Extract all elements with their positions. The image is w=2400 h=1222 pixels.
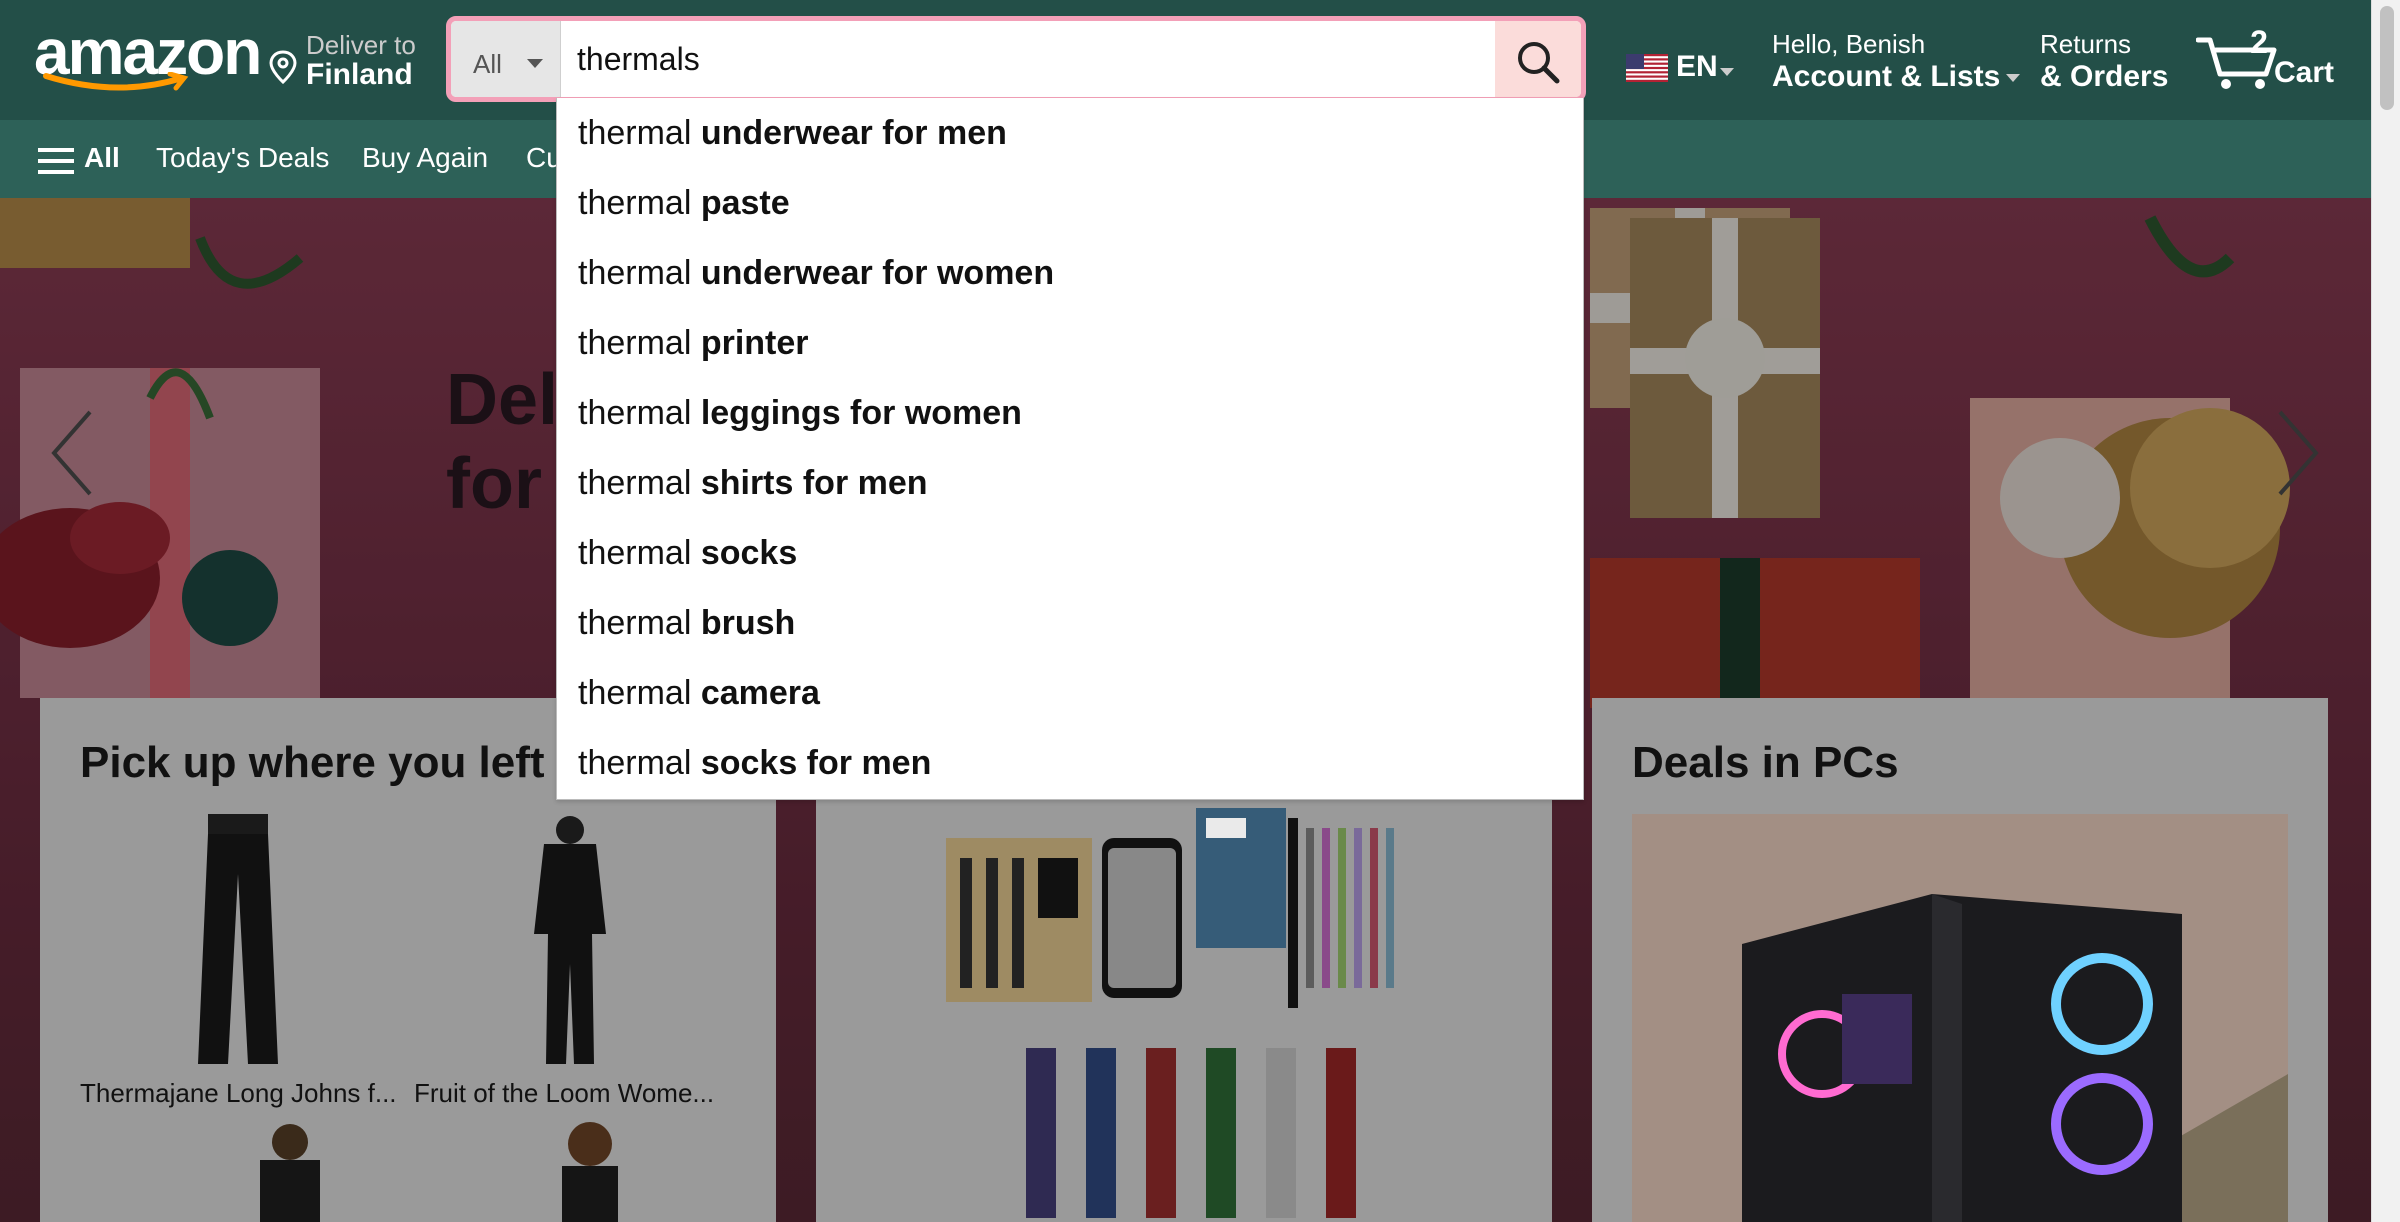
logo-smile-icon xyxy=(43,72,189,91)
product-image[interactable] xyxy=(540,1122,640,1222)
location-pin-icon xyxy=(269,50,297,84)
nav-todays-deals[interactable]: Today's Deals xyxy=(156,142,329,174)
card-title: Pick up where you left o xyxy=(80,738,584,787)
scrollbar-thumb[interactable] xyxy=(2380,6,2394,110)
page-scrollbar[interactable] xyxy=(2371,0,2400,1222)
suggestion-item[interactable]: thermal socks for men xyxy=(557,728,1583,798)
search-category-dropdown[interactable]: All xyxy=(451,21,561,97)
search-input[interactable] xyxy=(561,21,1499,97)
search-category-label: All xyxy=(473,49,502,79)
pc-product-image[interactable] xyxy=(1632,814,2288,1222)
nav-buy-again[interactable]: Buy Again xyxy=(362,142,488,174)
search-icon xyxy=(1518,42,1560,84)
language-code: EN xyxy=(1676,50,1718,83)
product-caption[interactable]: Fruit of the Loom Wome... xyxy=(414,1078,734,1109)
deliver-location: Finland xyxy=(306,58,413,91)
cart-button[interactable]: 2 Cart xyxy=(2196,24,2346,94)
all-menu-label: All xyxy=(84,142,120,173)
amazon-logo[interactable]: amazon xyxy=(34,20,262,96)
card-title: Deals in PCs xyxy=(1632,738,1899,787)
deals-in-pcs-card: Deals in PCs xyxy=(1592,698,2328,1222)
cart-count: 2 xyxy=(2250,24,2268,60)
product-image[interactable] xyxy=(180,814,300,1074)
suggestion-item[interactable]: thermal brush xyxy=(557,588,1583,658)
product-image[interactable] xyxy=(240,1122,340,1222)
chevron-down-icon xyxy=(527,59,543,68)
chevron-down-icon xyxy=(1720,68,1734,76)
deliver-to-location[interactable]: Deliver to Finland xyxy=(268,28,428,92)
search-bar: All xyxy=(446,16,1586,102)
search-suggestions-dropdown: thermal underwear for men thermal paste … xyxy=(556,98,1584,800)
product-image-collage[interactable] xyxy=(946,808,1446,1222)
us-flag-icon xyxy=(1626,54,1668,82)
product-image[interactable] xyxy=(510,814,630,1074)
returns-label: Returns xyxy=(2040,29,2132,59)
orders-label: & Orders xyxy=(2040,60,2169,93)
chevron-right-icon[interactable] xyxy=(2276,408,2320,498)
cart-label: Cart xyxy=(2274,56,2335,89)
suggestion-item[interactable]: thermal paste xyxy=(557,168,1583,238)
suggestion-item[interactable]: thermal underwear for women xyxy=(557,238,1583,308)
account-lists-label: Account & Lists xyxy=(1772,60,2021,94)
suggestion-item[interactable]: thermal leggings for women xyxy=(557,378,1583,448)
search-button[interactable] xyxy=(1495,21,1581,97)
chevron-left-icon[interactable] xyxy=(50,408,94,498)
returns-and-orders[interactable]: Returns & Orders xyxy=(2040,28,2168,94)
chevron-down-icon xyxy=(2006,74,2021,83)
hamburger-icon xyxy=(38,148,74,174)
deliver-label: Deliver to xyxy=(306,30,416,60)
account-greeting: Hello, Benish xyxy=(1772,29,1926,59)
suggestion-item[interactable]: thermal camera xyxy=(557,658,1583,728)
suggestion-item[interactable]: thermal socks xyxy=(557,518,1583,588)
suggestion-item[interactable]: thermal shirts for men xyxy=(557,448,1583,518)
account-and-lists[interactable]: Hello, Benish Account & Lists xyxy=(1772,28,2021,94)
product-caption[interactable]: Thermajane Long Johns f... xyxy=(80,1078,400,1109)
suggestion-item[interactable]: thermal underwear for men xyxy=(557,98,1583,168)
suggestion-item[interactable]: thermal printer xyxy=(557,308,1583,378)
